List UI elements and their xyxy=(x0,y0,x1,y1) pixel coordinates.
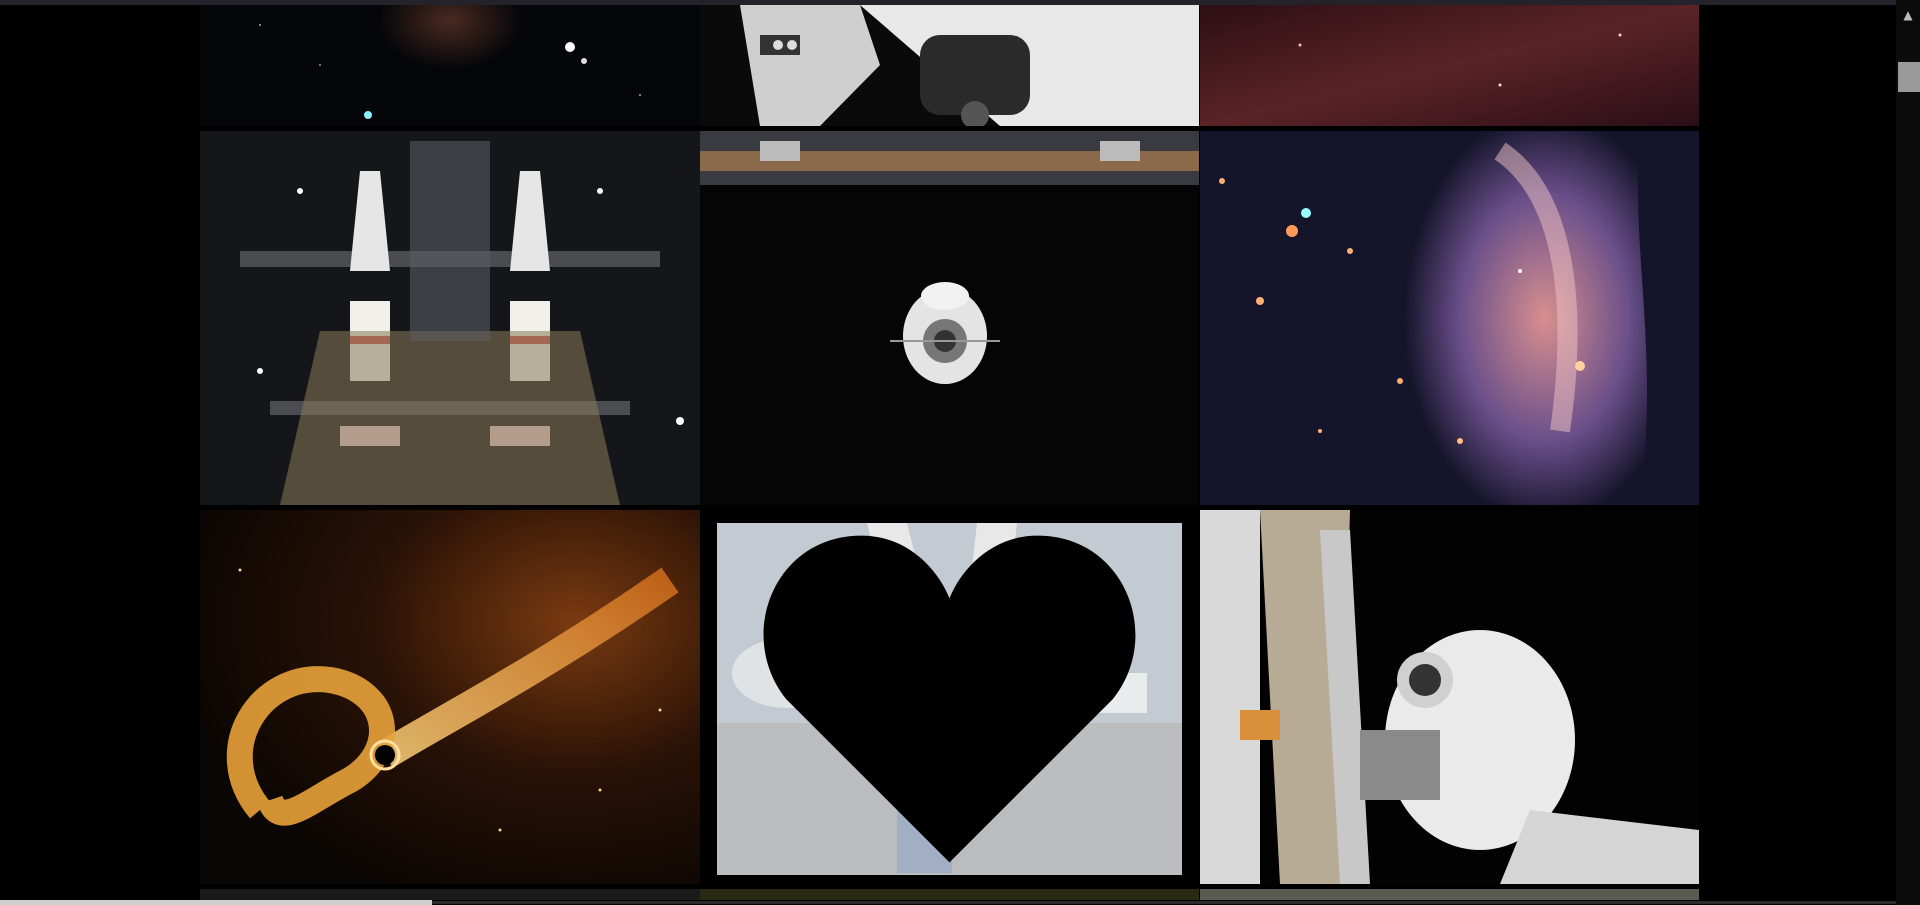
red-nebula-image xyxy=(1200,5,1699,126)
photo-tile[interactable] xyxy=(1200,131,1699,505)
photo-image xyxy=(700,889,1199,900)
heart-icon[interactable] xyxy=(717,523,1182,875)
astronaut-station-image xyxy=(1200,510,1699,884)
spacecraft-capsule-image xyxy=(700,131,1199,505)
horizontal-scroll-thumb[interactable] xyxy=(0,900,432,905)
like-overlay: 391 xyxy=(717,523,1182,875)
photo-tile[interactable] xyxy=(200,131,700,505)
photo-image xyxy=(200,889,700,900)
photo-tile[interactable] xyxy=(700,5,1199,126)
vertical-scrollbar[interactable] xyxy=(1896,0,1920,905)
horizontal-scroll-track[interactable] xyxy=(432,901,1896,904)
photo-image xyxy=(1200,889,1699,900)
photo-tile[interactable] xyxy=(1200,5,1699,126)
astronaut-image xyxy=(700,5,1199,126)
photo-tile[interactable] xyxy=(200,5,700,126)
vertical-scroll-thumb[interactable] xyxy=(1898,62,1920,92)
pink-nebula-image xyxy=(1200,131,1699,505)
photo-tile[interactable] xyxy=(200,889,700,900)
photo-tile[interactable] xyxy=(700,889,1199,900)
photo-tile[interactable] xyxy=(1200,889,1699,900)
chevron-up-icon[interactable]: ▲ xyxy=(1896,8,1920,24)
starfield-image xyxy=(200,5,700,126)
photo-tile[interactable] xyxy=(700,131,1199,505)
photo-tile[interactable] xyxy=(200,510,700,884)
rocket-assembly-image xyxy=(200,131,700,505)
photo-grid: 391 xyxy=(0,0,1920,905)
black-hole-image xyxy=(200,510,700,884)
photo-tile[interactable] xyxy=(1200,510,1699,884)
photo-tile-hovered[interactable]: 391 xyxy=(717,523,1182,875)
